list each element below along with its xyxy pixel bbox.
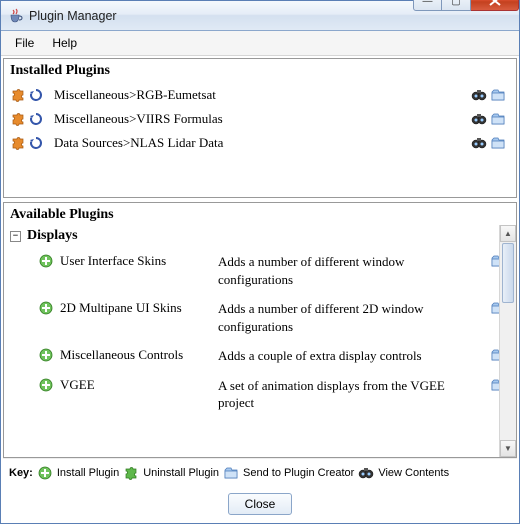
scroll-up-arrow[interactable]: ▲	[500, 225, 516, 242]
send-icon[interactable]	[490, 111, 506, 127]
install-icon[interactable]	[38, 377, 54, 393]
installed-list: Miscellaneous>RGB-Eumetsat Miscellaneous…	[4, 81, 516, 157]
plugin-name: User Interface Skins	[60, 253, 166, 269]
view-contents-icon	[358, 465, 374, 481]
installed-label: Data Sources>NLAS Lidar Data	[54, 135, 467, 151]
plugin-desc: A set of animation displays from the VGE…	[218, 377, 470, 412]
category-row[interactable]: − Displays	[4, 225, 516, 247]
view-contents-icon[interactable]	[471, 111, 487, 127]
install-icon[interactable]	[38, 347, 54, 363]
content-area: Installed Plugins Miscellaneous>RGB-Eume…	[1, 56, 519, 523]
minimize-button[interactable]: —	[413, 0, 442, 11]
java-app-icon	[7, 8, 23, 24]
available-plugin-row: User Interface Skins Adds a number of di…	[4, 247, 516, 294]
install-icon[interactable]	[38, 253, 54, 269]
scroll-down-arrow[interactable]: ▼	[500, 440, 516, 457]
view-contents-icon[interactable]	[471, 135, 487, 151]
uninstall-icon[interactable]	[10, 111, 26, 127]
installed-row: Miscellaneous>RGB-Eumetsat	[8, 83, 512, 107]
key-install: Install Plugin	[57, 467, 119, 479]
installed-row: Miscellaneous>VIIRS Formulas	[8, 107, 512, 131]
send-icon	[223, 465, 239, 481]
refresh-icon[interactable]	[28, 135, 44, 151]
view-contents-icon[interactable]	[471, 87, 487, 103]
send-icon[interactable]	[490, 135, 506, 151]
available-plugin-row: 2D Multipane UI Skins Adds a number of d…	[4, 294, 516, 341]
key-uninstall: Uninstall Plugin	[143, 467, 219, 479]
installed-label: Miscellaneous>VIIRS Formulas	[54, 111, 467, 127]
plugin-manager-window: Plugin Manager — ▢ File Help Installed P…	[0, 0, 520, 524]
install-icon	[37, 465, 53, 481]
plugin-desc: Adds a number of different window config…	[218, 253, 470, 288]
category-label: Displays	[27, 228, 78, 244]
window-buttons: — ▢	[413, 0, 519, 11]
key-view: View Contents	[378, 467, 449, 479]
send-icon[interactable]	[490, 87, 506, 103]
menubar: File Help	[1, 31, 519, 56]
available-scroll: − Displays User Interface Skins Adds a n…	[4, 225, 516, 457]
installed-plugins-panel: Installed Plugins Miscellaneous>RGB-Eume…	[3, 58, 517, 198]
uninstall-icon[interactable]	[10, 87, 26, 103]
installed-heading: Installed Plugins	[4, 59, 516, 81]
refresh-icon[interactable]	[28, 87, 44, 103]
close-button[interactable]: Close	[228, 493, 293, 515]
plugin-desc: Adds a couple of extra display controls	[218, 347, 470, 365]
installed-label: Miscellaneous>RGB-Eumetsat	[54, 87, 467, 103]
scroll-thumb[interactable]	[502, 243, 514, 303]
key-send: Send to Plugin Creator	[243, 467, 354, 479]
plugin-name: 2D Multipane UI Skins	[60, 300, 182, 316]
key-label: Key:	[9, 467, 33, 479]
installed-row: Data Sources>NLAS Lidar Data	[8, 131, 512, 155]
install-icon[interactable]	[38, 300, 54, 316]
window-title: Plugin Manager	[29, 9, 413, 23]
close-window-button[interactable]	[471, 0, 519, 11]
maximize-button[interactable]: ▢	[442, 0, 471, 11]
refresh-icon[interactable]	[28, 111, 44, 127]
titlebar[interactable]: Plugin Manager — ▢	[1, 1, 519, 31]
available-plugin-row: VGEE A set of animation displays from th…	[4, 371, 516, 418]
available-plugin-row: Miscellaneous Controls Adds a couple of …	[4, 341, 516, 371]
available-heading: Available Plugins	[4, 203, 516, 225]
plugin-name: VGEE	[60, 377, 95, 393]
footer: Close	[3, 487, 517, 521]
menu-help[interactable]: Help	[44, 34, 85, 52]
collapse-icon[interactable]: −	[10, 231, 21, 242]
available-plugins-panel: Available Plugins − Displays User Interf…	[3, 202, 517, 458]
plugin-desc: Adds a number of different 2D window con…	[218, 300, 470, 335]
plugin-name: Miscellaneous Controls	[60, 347, 183, 363]
vertical-scrollbar[interactable]: ▲ ▼	[499, 225, 516, 457]
uninstall-icon	[123, 465, 139, 481]
menu-file[interactable]: File	[7, 34, 42, 52]
legend-row: Key: Install Plugin Uninstall Plugin Sen…	[3, 458, 517, 487]
uninstall-icon[interactable]	[10, 135, 26, 151]
